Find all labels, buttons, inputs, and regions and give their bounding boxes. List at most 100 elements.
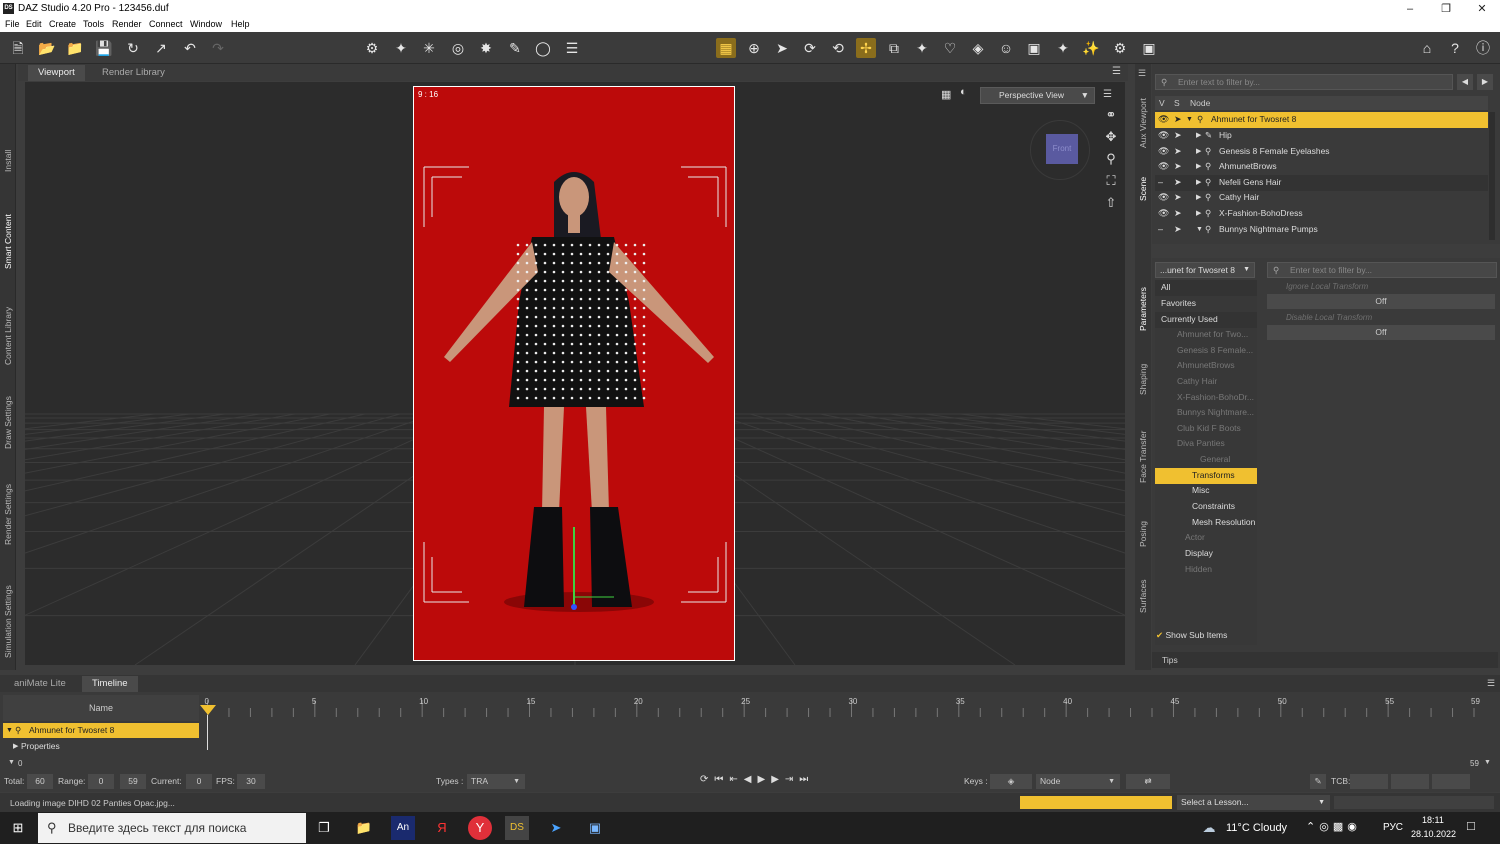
spot-render-icon[interactable]: ✸ xyxy=(476,38,496,58)
tab-install[interactable]: Install xyxy=(1,136,15,186)
tab-render-library[interactable]: Render Library xyxy=(92,65,175,81)
menu-edit[interactable]: Edit xyxy=(26,19,42,29)
active-pose-icon[interactable]: ✦ xyxy=(912,38,932,58)
figure-icon[interactable]: ☺ xyxy=(996,38,1016,58)
chevron-right-icon[interactable]: ▶ xyxy=(13,739,18,754)
rotate-icon[interactable]: ⟳ xyxy=(800,38,820,58)
range-end-field[interactable]: 59 xyxy=(120,774,146,789)
scene-grid-icon[interactable]: ▦ xyxy=(716,38,736,58)
yandex-browser-icon[interactable]: Y xyxy=(468,816,492,840)
tab-animate-lite[interactable]: aniMate Lite xyxy=(4,676,76,692)
windows-start-icon[interactable]: ⊞ xyxy=(6,816,30,840)
cursor-icon[interactable]: ➤ xyxy=(1174,112,1182,127)
clock-time[interactable]: 18:11 xyxy=(1422,815,1444,825)
zoom-icon[interactable]: ⚲ xyxy=(1102,150,1120,168)
tcb-tension-field[interactable] xyxy=(1350,774,1388,789)
category-item[interactable]: Cathy Hair xyxy=(1155,374,1257,390)
taskbar-search-input[interactable]: ⚲ Введите здесь текст для поиска xyxy=(38,813,306,843)
viewport-menu-icon[interactable]: ☰ xyxy=(1103,89,1112,100)
cursor-icon[interactable]: ➤ xyxy=(1174,222,1182,237)
app-monitor-icon[interactable]: ▣ xyxy=(583,816,607,840)
param-value-toggle[interactable]: Off xyxy=(1267,325,1495,340)
export-icon[interactable]: ↗ xyxy=(151,38,171,58)
scene-node-row[interactable]: – ➤ ▶ ⚲ Nefeli Gens Hair xyxy=(1155,175,1488,191)
tab-viewport[interactable]: Viewport xyxy=(28,65,85,81)
keys-mode-select[interactable]: Node ▼ xyxy=(1036,774,1120,789)
category-item[interactable]: All xyxy=(1155,280,1257,296)
animate-app-icon[interactable]: An xyxy=(391,816,415,840)
reset-view-icon[interactable]: ⇧ xyxy=(1102,194,1120,212)
save-icon[interactable]: 💾 xyxy=(94,38,114,58)
cursor-icon[interactable]: ➤ xyxy=(1174,206,1182,221)
eye-icon[interactable]: 👁 xyxy=(1158,206,1169,221)
toggle-perspective-icon[interactable]: ▦ xyxy=(941,88,951,101)
geometry-editor-icon[interactable]: ✳ xyxy=(419,38,439,58)
current-frame-field[interactable]: 0 xyxy=(186,774,212,789)
scale-icon[interactable]: ⧉ xyxy=(884,38,904,58)
timeline-ruler[interactable] xyxy=(200,695,1490,755)
tab-face-transfer[interactable]: Face Transfer xyxy=(1136,419,1150,494)
yandex-icon[interactable]: Я xyxy=(430,816,454,840)
show-sub-items-checkbox[interactable]: ✔ Show Sub Items xyxy=(1156,630,1227,641)
category-item[interactable]: Ahmunet for Two... xyxy=(1155,327,1257,343)
parameters-node-select[interactable]: ...unet for Twosret 8 ▼ xyxy=(1155,262,1255,278)
draw-style-icon[interactable]: ◐ xyxy=(960,86,967,98)
category-item[interactable]: Diva Panties xyxy=(1155,436,1257,452)
category-item[interactable]: AhmunetBrows xyxy=(1155,358,1257,374)
language-indicator[interactable]: РУС xyxy=(1383,822,1403,833)
translate-icon[interactable]: ✢ xyxy=(856,38,876,58)
pane-menu-icon[interactable]: ☰ xyxy=(1112,66,1121,77)
cursor-icon[interactable]: ➤ xyxy=(1174,175,1182,190)
tips-icon[interactable]: ⓘ xyxy=(1473,38,1493,58)
merge-file-icon[interactable]: 📁 xyxy=(65,38,85,58)
tab-parameters[interactable]: Parameters xyxy=(1136,279,1150,339)
cursor-icon[interactable]: ➤ xyxy=(1174,190,1182,205)
tab-smart-content[interactable]: Smart Content xyxy=(1,204,15,279)
perspective-view-select[interactable]: Perspective View ▼ xyxy=(980,87,1095,104)
weather-text[interactable]: 11°C Cloudy xyxy=(1226,822,1287,834)
chevron-down-icon[interactable]: ▼ xyxy=(6,723,13,738)
menu-create[interactable]: Create xyxy=(49,19,76,29)
undo-icon[interactable]: ↶ xyxy=(180,38,200,58)
scene-node-row[interactable]: 👁 ➤ ▶ ⚲ Genesis 8 Female Eyelashes xyxy=(1155,144,1488,160)
frame-icon[interactable]: ⛶ xyxy=(1102,172,1120,190)
param-value-toggle[interactable]: Off xyxy=(1267,294,1495,309)
clock-date[interactable]: 28.10.2022 xyxy=(1411,829,1456,839)
cursor-icon[interactable]: ➤ xyxy=(1174,159,1182,174)
tab-aux-viewport[interactable]: Aux Viewport xyxy=(1136,92,1150,154)
surface-tool-icon[interactable]: ◈ xyxy=(968,38,988,58)
types-select[interactable]: TRA ▼ xyxy=(467,774,525,789)
daz-studio-taskbar-icon[interactable]: DS xyxy=(505,816,529,840)
prev-frame-icon[interactable]: ◀ xyxy=(744,774,758,785)
tcb-continuity-field[interactable] xyxy=(1391,774,1429,789)
category-item[interactable]: Constraints xyxy=(1155,499,1257,515)
eye-icon[interactable]: 👁 xyxy=(1158,190,1169,205)
timeline-node-row[interactable]: ▼ ⚲ Ahmunet for Twosret 8 xyxy=(3,723,199,738)
cursor-icon[interactable]: ➤ xyxy=(1174,144,1182,159)
eye-icon[interactable]: 👁 xyxy=(1158,159,1169,174)
render-canvas[interactable]: 9 : 16 xyxy=(413,86,735,661)
range-start-handle-icon[interactable]: ▼ xyxy=(8,759,15,766)
play-icon[interactable]: ▶ xyxy=(757,774,771,785)
menu-window[interactable]: Window xyxy=(190,19,222,29)
key-nav-buttons[interactable]: ⇄ xyxy=(1126,774,1170,789)
chevron-right-icon[interactable]: ▶ xyxy=(1196,175,1201,190)
cursor-icon[interactable]: ➤ xyxy=(1174,128,1182,143)
minimize-button[interactable]: – xyxy=(1392,0,1428,18)
category-item[interactable]: Bunnys Nightmare... xyxy=(1155,405,1257,421)
category-item[interactable]: Mesh Resolution xyxy=(1155,515,1257,531)
tab-render-settings[interactable]: Render Settings xyxy=(1,472,15,557)
category-item[interactable]: General xyxy=(1155,452,1257,468)
range-end-handle-icon[interactable]: ▼ xyxy=(1484,759,1491,766)
render-settings-icon[interactable]: ⚙ xyxy=(1110,38,1130,58)
first-frame-icon[interactable]: ⏮ xyxy=(714,774,729,785)
task-view-icon[interactable]: ❐ xyxy=(312,816,336,840)
view-cube-front-face[interactable]: Front xyxy=(1046,134,1078,164)
category-item[interactable]: Actor xyxy=(1155,530,1257,546)
viewport[interactable]: 9 : 16 ▦ ◐ Perspective View ▼ ☰ Front ⚭ … xyxy=(25,82,1125,665)
timeline-properties-row[interactable]: ▶ Properties xyxy=(3,739,199,754)
tab-shaping[interactable]: Shaping xyxy=(1136,354,1150,404)
chevron-right-icon[interactable]: ▶ xyxy=(1196,144,1201,159)
maximize-button[interactable]: ❐ xyxy=(1428,0,1464,18)
category-item[interactable]: Club Kid F Boots xyxy=(1155,421,1257,437)
